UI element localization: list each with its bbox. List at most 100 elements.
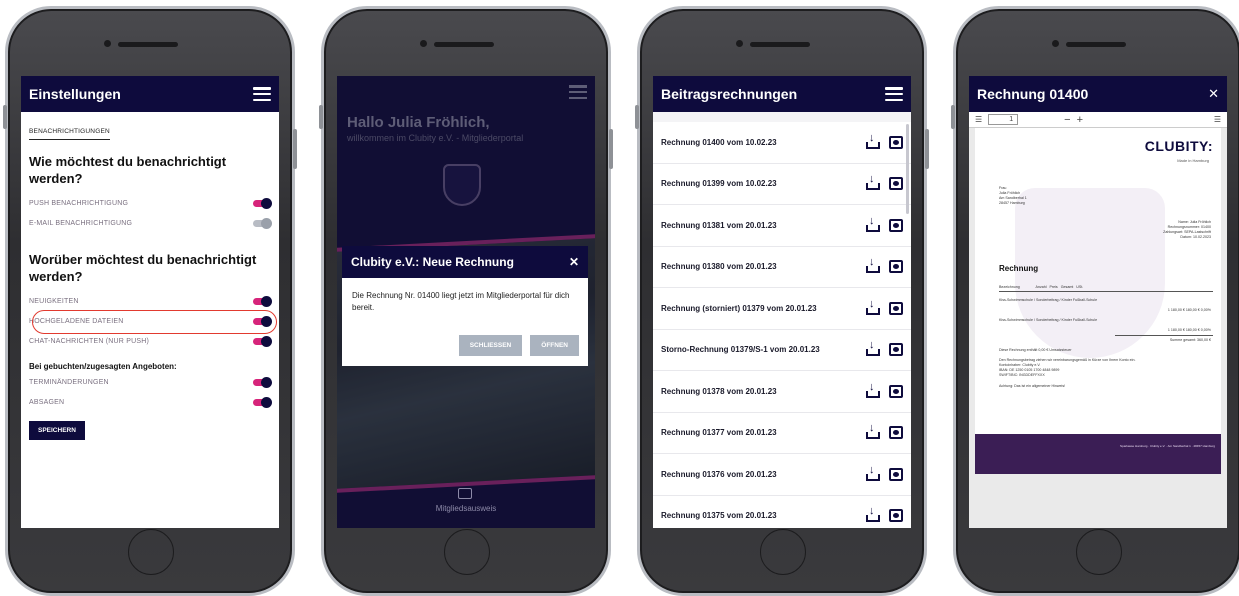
phone-frame-settings: Einstellungen BENACHRICHTIGUNGEN Wie möc…	[3, 6, 297, 596]
side-button	[925, 129, 929, 169]
phone-frame-invoice-viewer: Rechnung 01400 ✕ ☰ 1 − + ☰ CLUBITY: Made…	[951, 6, 1239, 596]
invoice-title: Rechnung 01378 vom 20.01.23	[661, 386, 777, 396]
close-button[interactable]: SCHLIESSEN	[458, 335, 523, 356]
sidebar-toggle-icon[interactable]: ☰	[975, 115, 982, 124]
zoom-in-button[interactable]: +	[1077, 114, 1083, 126]
phone-frame-invoices: Beitragsrechnungen Rechnung 01400 vom 10…	[635, 6, 929, 596]
line-item-values: 1 180,00 € 180,00 € 0,00%	[1167, 328, 1211, 332]
toggle-row-email[interactable]: E-MAIL BENACHRICHTIGUNG	[29, 214, 272, 234]
home-button[interactable]	[128, 529, 174, 575]
download-icon[interactable]	[866, 339, 880, 357]
view-icon[interactable]	[889, 301, 903, 315]
download-icon[interactable]	[866, 298, 880, 315]
invoice-row[interactable]: Storno-Rechnung 01379/S-1 vom 20.01.23	[653, 330, 911, 371]
brand-logo: CLUBITY:	[1144, 138, 1213, 154]
download-icon[interactable]	[866, 173, 880, 191]
membership-card-icon[interactable]	[458, 488, 472, 499]
page-number-input[interactable]: 1	[988, 114, 1019, 125]
subheading: Bei gebuchten/zugesagten Angeboten:	[29, 361, 177, 371]
section-heading: Worüber möchtest du benachrichtigt werde…	[29, 251, 257, 284]
header: Beitragsrechnungen	[653, 76, 911, 112]
zoom-out-button[interactable]: −	[1064, 114, 1070, 126]
pdf-page: CLUBITY: Made in Hamburg Frau Julia Fröhl…	[975, 128, 1221, 474]
toggle-switch-on[interactable]	[253, 396, 272, 408]
toggle-switch-on[interactable]	[253, 376, 272, 388]
toggle-switch-on[interactable]	[253, 197, 272, 209]
menu-icon[interactable]	[885, 87, 903, 101]
open-button[interactable]: ÖFFNEN	[530, 335, 579, 356]
download-icon[interactable]	[866, 132, 880, 149]
view-icon[interactable]	[889, 426, 903, 440]
scrollbar[interactable]	[906, 124, 909, 214]
home-button[interactable]	[444, 529, 490, 575]
invoice-row[interactable]: Rechnung 01377 vom 20.01.23	[653, 413, 911, 454]
speaker	[750, 42, 810, 47]
toggle-row-cancellations[interactable]: ABSAGEN	[29, 393, 272, 413]
dashboard-screen: Hallo Julia Fröhlich, willkommen im Club…	[337, 76, 595, 528]
view-icon[interactable]	[889, 509, 903, 523]
download-icon[interactable]	[866, 505, 880, 523]
more-menu-icon[interactable]: ☰	[1214, 115, 1221, 124]
toggle-row-chat[interactable]: CHAT-NACHRICHTEN (NUR PUSH)	[29, 332, 272, 352]
phone-frame-dashboard: Hallo Julia Fröhlich, willkommen im Club…	[319, 6, 613, 596]
highlight-outline	[32, 309, 277, 334]
settings-screen: Einstellungen BENACHRICHTIGUNGEN Wie möc…	[21, 76, 279, 528]
download-icon[interactable]	[866, 256, 880, 274]
invoice-row[interactable]: Rechnung 01400 vom 10.02.23	[653, 122, 911, 164]
invoice-heading: Rechnung	[999, 264, 1039, 273]
tab-benachrichtigungen[interactable]: BENACHRICHTIGUNGEN	[29, 128, 110, 140]
toggle-label: TERMINÄNDERUNGEN	[29, 379, 109, 387]
invoice-row[interactable]: Rechnung (storniert) 01379 vom 20.01.23	[653, 288, 911, 330]
invoice-title: Rechnung 01376 vom 20.01.23	[661, 469, 777, 479]
download-icon[interactable]	[866, 381, 880, 398]
side-button	[293, 129, 297, 169]
view-icon[interactable]	[889, 384, 903, 398]
view-icon[interactable]	[889, 135, 903, 149]
divider	[999, 291, 1213, 292]
view-icon[interactable]	[889, 260, 903, 274]
invoice-row[interactable]: Rechnung 01380 vom 20.01.23	[653, 247, 911, 288]
download-icon[interactable]	[866, 422, 880, 440]
save-button[interactable]: SPEICHERN	[29, 420, 85, 440]
toggle-label: E-MAIL BENACHRICHTIGUNG	[29, 220, 133, 228]
download-icon[interactable]	[866, 215, 880, 232]
view-icon[interactable]	[889, 343, 903, 357]
menu-icon[interactable]	[253, 87, 271, 101]
invoice-row[interactable]: Rechnung 01376 vom 20.01.23	[653, 454, 911, 496]
speaker	[1066, 42, 1126, 47]
view-icon[interactable]	[889, 177, 903, 191]
toggle-switch-off[interactable]	[253, 217, 272, 229]
toggle-row-push[interactable]: PUSH BENACHRICHTIGUNG	[29, 194, 272, 214]
toggle-switch-on[interactable]	[253, 295, 272, 307]
toggle-row-changes[interactable]: TERMINÄNDERUNGEN	[29, 373, 272, 393]
close-icon[interactable]: ✕	[569, 255, 579, 269]
invoice-row[interactable]: Rechnung 01378 vom 20.01.23	[653, 371, 911, 413]
invoice-title: Rechnung 01400 vom 10.02.23	[661, 137, 777, 147]
camera	[1052, 40, 1059, 47]
camera	[104, 40, 111, 47]
invoice-row[interactable]: Rechnung 01399 vom 10.02.23	[653, 164, 911, 205]
invoice-row[interactable]: Rechnung 01381 vom 20.01.23	[653, 205, 911, 247]
dialog-message: Die Rechnung Nr. 01400 liegt jetzt im Mi…	[352, 291, 570, 312]
home-button[interactable]	[1076, 529, 1122, 575]
toggle-row-uploads[interactable]: HOCHGELADENE DATEIEN	[29, 309, 277, 334]
toggle-label: NEUIGKEITEN	[29, 298, 79, 306]
toggle-label: ABSAGEN	[29, 399, 65, 407]
view-icon[interactable]	[889, 218, 903, 232]
close-icon[interactable]: ✕	[1208, 86, 1219, 102]
view-icon[interactable]	[889, 467, 903, 481]
download-icon[interactable]	[866, 464, 880, 481]
toggle-row-news[interactable]: NEUIGKEITEN	[29, 292, 272, 312]
toggle-label: CHAT-NACHRICHTEN (NUR PUSH)	[29, 338, 149, 346]
side-button	[3, 105, 7, 129]
invoice-title: Rechnung 01377 vom 20.01.23	[661, 428, 777, 438]
line-item-values: 1 180,00 € 180,00 € 0,00%	[1167, 308, 1211, 312]
home-button[interactable]	[760, 529, 806, 575]
invoice-title: Rechnung 01381 vom 20.01.23	[661, 220, 777, 230]
toggle-switch-on[interactable]	[253, 335, 272, 347]
general-note: Achtung: Das ist ein allgemeiner Hinweis…	[999, 384, 1066, 388]
invoice-row[interactable]: Rechnung 01375 vom 20.01.23	[653, 496, 911, 529]
side-button	[319, 105, 323, 129]
membership-card-label[interactable]: Mitgliedsausweis	[337, 504, 595, 513]
invoices-screen: Beitragsrechnungen Rechnung 01400 vom 10…	[653, 76, 911, 528]
